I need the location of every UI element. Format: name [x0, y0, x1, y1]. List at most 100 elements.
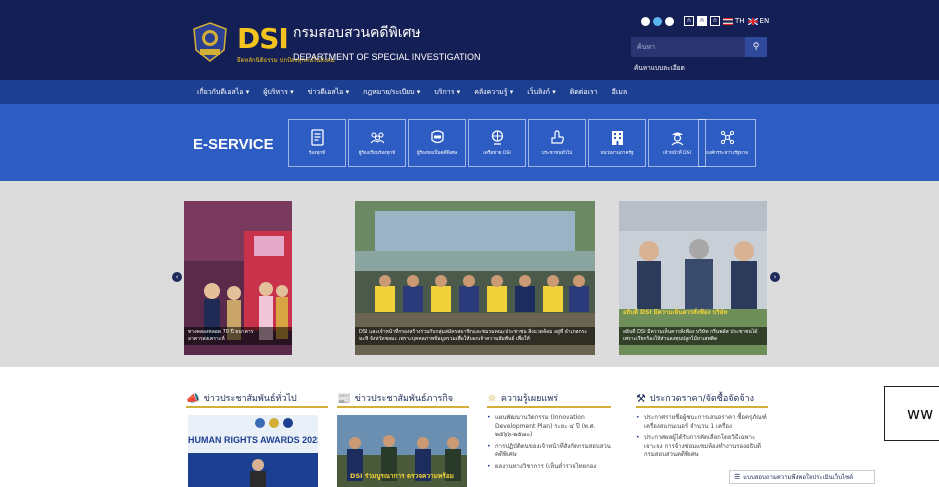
- list-item[interactable]: แผนพัฒนานวัตกรรม (Innovation Development…: [487, 414, 615, 440]
- network-icon: [491, 130, 503, 145]
- uk-flag-icon: [747, 17, 758, 25]
- building-icon: [611, 131, 623, 145]
- slide-caption: DSI และเจ้าหน้าที่กรองสร้างร่วมกับกลุ่มส…: [355, 327, 595, 345]
- slide-caption: อธิบดี DSI มีความเห็นควรสั่งฟ้อง บริษัท …: [619, 327, 767, 345]
- nav-news[interactable]: ข่าวดีเอสไอ ▾: [308, 87, 350, 98]
- dark-mode-icon[interactable]: [665, 16, 674, 26]
- list-item[interactable]: ผลงานทางวิชาการ (เห็นต่ำรวจไทยกอง: [487, 463, 615, 472]
- list-item[interactable]: ประกาศผลผู้ได้รับการคัดเลือกโดยวิธีเฉพาะ…: [636, 434, 768, 460]
- eservice-label: ร้องทุกข์: [308, 151, 326, 156]
- col-knowledge-header[interactable]: ☼ ความรู้เผยแพร่: [487, 391, 558, 405]
- news-image-caption: DSI ร่วมบูรณาการ ตรวจความพร้อม: [350, 472, 454, 480]
- col-title: ข่าวประชาสัมพันธ์ทั่วไป: [203, 394, 297, 404]
- eservice-tile-dsi-network[interactable]: เครือข่าย DSI: [468, 119, 526, 167]
- col-title: ข่าวประชาสัมพันธ์ภารกิจ: [354, 394, 454, 404]
- nav-about[interactable]: เกี่ยวกับดีเอสไอ ▾: [197, 87, 249, 98]
- org-name-thai: กรมสอบสวนคดีพิเศษ: [293, 25, 421, 41]
- nav-laws[interactable]: กฎหมาย/ระเบียบ ▾: [363, 87, 420, 98]
- news-photo: [188, 415, 318, 487]
- col-divider: [636, 406, 768, 408]
- eservice-label: เจ้าหน้าที่ DSI: [663, 151, 691, 156]
- eservice-label: ประชาชนทั่วไป: [541, 151, 573, 156]
- col-general-news-header[interactable]: 📣 ข่าวประชาสัมพันธ์ทั่วไป: [186, 391, 297, 405]
- search-icon: ⚲: [752, 42, 760, 52]
- nav-contact[interactable]: ติดต่อเรา: [570, 87, 598, 98]
- nav-email[interactable]: อีเมล: [612, 87, 628, 98]
- nav-weblinks[interactable]: เว็บลิงก์ ▾: [527, 87, 555, 98]
- thai-flag-icon: [723, 17, 733, 25]
- people-icon: [370, 132, 384, 144]
- news-carousel: ‹ ทางคลองหลอด 70 ปี ธนาคารอาคารสงเคราะห์: [0, 181, 939, 367]
- newspaper-icon: 📰: [337, 391, 351, 405]
- contrast-icon[interactable]: [641, 16, 650, 26]
- gavel-icon: ⚒: [636, 391, 646, 405]
- col-title: ประกวดราคา/จัดซื้อจัดจ้าง: [649, 394, 755, 404]
- list-item[interactable]: การปฏิบัติตนของเจ้าหน้าที่สังกัดกรมสอบสว…: [487, 443, 615, 460]
- news-image-caption: HUMAN RIGHTS AWARDS 2023: [188, 435, 318, 445]
- lang-th-button[interactable]: TH: [723, 17, 745, 25]
- color-mode-icon[interactable]: [653, 16, 662, 26]
- org-name-english: DEPARTMENT OF SPECIAL INVESTIGATION: [293, 52, 481, 62]
- eservice-tile-special-case[interactable]: ผู้ร้องขอเป็นคดีพิเศษ: [408, 119, 466, 167]
- nav-services[interactable]: บริการ ▾: [434, 87, 460, 98]
- eservice-tile-international[interactable]: องค์กรระหว่างรัฐบาล: [698, 119, 756, 167]
- hand-icon: [550, 130, 564, 144]
- eservice-bar: E-SERVICE ร้องทุกข์ ผู้ร้องเรียนร้องทุกข…: [0, 104, 939, 181]
- list-icon: ☰: [734, 473, 741, 481]
- globe-network-icon: [720, 130, 734, 145]
- eservice-tile-public[interactable]: ประชาชนทั่วไป: [528, 119, 586, 167]
- col-divider: [186, 406, 328, 408]
- col-title: ความรู้เผยแพร่: [500, 394, 558, 404]
- accessibility-toolbar: ก ก ก TH EN: [641, 16, 769, 26]
- eservice-label: เครือข่าย DSI: [483, 151, 511, 156]
- text-size-small-button[interactable]: ก: [684, 16, 694, 26]
- news-image-mission[interactable]: DSI ร่วมบูรณาการ ตรวจความพร้อม: [337, 415, 467, 487]
- carousel-next-button[interactable]: ›: [770, 272, 780, 282]
- eservice-label: ผู้ร้องเรียนร้องทุกข์: [358, 151, 396, 156]
- site-header: DSI กรมสอบสวนคดีพิเศษ ยึดหลักนิติธรรม ปก…: [0, 0, 939, 80]
- carousel-prev-button[interactable]: ‹: [172, 272, 182, 282]
- officer-icon: [671, 132, 683, 146]
- col-divider: [487, 406, 611, 408]
- col-procurement-header[interactable]: ⚒ ประกวดราคา/จัดซื้อจัดจ้าง: [636, 391, 754, 405]
- eservice-label: หน่วยงานภาครัฐ: [600, 151, 634, 156]
- list-item[interactable]: ประกาศรายชื่อผู้ชนะการเสนอราคา ซื้อครุภั…: [636, 414, 768, 431]
- carousel-slide[interactable]: อธิบดี DSI มีความเห็นควรสั่งฟ้อง บริษัท …: [619, 201, 767, 355]
- dsi-emblem-icon[interactable]: [192, 22, 228, 62]
- slide-headline: อธิบดี DSI มีความเห็นควรสั่งฟ้อง บริษัท: [623, 309, 728, 316]
- eservice-title: E-SERVICE: [193, 136, 274, 153]
- slide-caption: ทางคลองหลอด 70 ปี ธนาคารอาคารสงเคราะห์: [184, 327, 292, 345]
- complaint-form-icon: [310, 129, 324, 146]
- advanced-search-link[interactable]: ค้นหาแบบละเอียด: [634, 63, 685, 73]
- text-size-medium-button[interactable]: ก: [697, 16, 707, 26]
- survey-button[interactable]: ☰ แบบสอบถามความพึงพอใจประเมินเว็บไซต์: [729, 470, 875, 484]
- search-button[interactable]: ⚲: [745, 37, 767, 57]
- nav-executives[interactable]: ผู้บริหาร ▾: [263, 87, 293, 98]
- procurement-list: ประกาศรายชื่อผู้ชนะการเสนอราคา ซื้อครุภั…: [636, 414, 768, 463]
- carousel-slide[interactable]: ทางคลองหลอด 70 ปี ธนาคารอาคารสงเคราะห์: [184, 201, 292, 355]
- lightbulb-icon: ☼: [487, 391, 497, 405]
- megaphone-icon: 📣: [186, 391, 200, 405]
- text-size-large-button[interactable]: ก: [710, 16, 720, 26]
- chevron-left-icon: ‹: [175, 273, 179, 281]
- eservice-tile-petitioner[interactable]: ผู้ร้องเรียนร้องทุกข์: [348, 119, 406, 167]
- col-divider: [337, 406, 469, 408]
- carousel-slide[interactable]: DSI และเจ้าหน้าที่กรองสร้างร่วมกับกลุ่มส…: [355, 201, 595, 355]
- dsi-logo-text[interactable]: DSI: [237, 24, 289, 54]
- eservice-label: องค์กรระหว่างรัฐบาล: [705, 151, 748, 156]
- knowledge-list: แผนพัฒนานวัตกรรม (Innovation Development…: [487, 414, 615, 474]
- lang-en-button[interactable]: EN: [747, 17, 769, 25]
- eservice-tile-government[interactable]: หน่วยงานภาครัฐ: [588, 119, 646, 167]
- nav-knowledge[interactable]: คลังความรู้ ▾: [474, 87, 513, 98]
- news-image-general[interactable]: HUMAN RIGHTS AWARDS 2023: [188, 415, 318, 487]
- eservice-tile-complaint[interactable]: ร้องทุกข์: [288, 119, 346, 167]
- main-nav: เกี่ยวกับดีเอสไอ ▾ ผู้บริหาร ▾ ข่าวดีเอส…: [0, 80, 939, 104]
- survey-label: แบบสอบถามความพึงพอใจประเมินเว็บไซต์: [743, 474, 853, 481]
- news-section: 📣 ข่าวประชาสัมพันธ์ทั่วไป HUMAN RIGHTS A…: [0, 367, 939, 487]
- eservice-label: ผู้ร้องขอเป็นคดีพิเศษ: [416, 151, 458, 156]
- chevron-right-icon: ›: [773, 273, 777, 281]
- dsi-badge-icon: [430, 130, 444, 144]
- url-popup: ww: [884, 386, 939, 441]
- search-input[interactable]: [631, 37, 745, 57]
- col-mission-news-header[interactable]: 📰 ข่าวประชาสัมพันธ์ภารกิจ: [337, 391, 453, 405]
